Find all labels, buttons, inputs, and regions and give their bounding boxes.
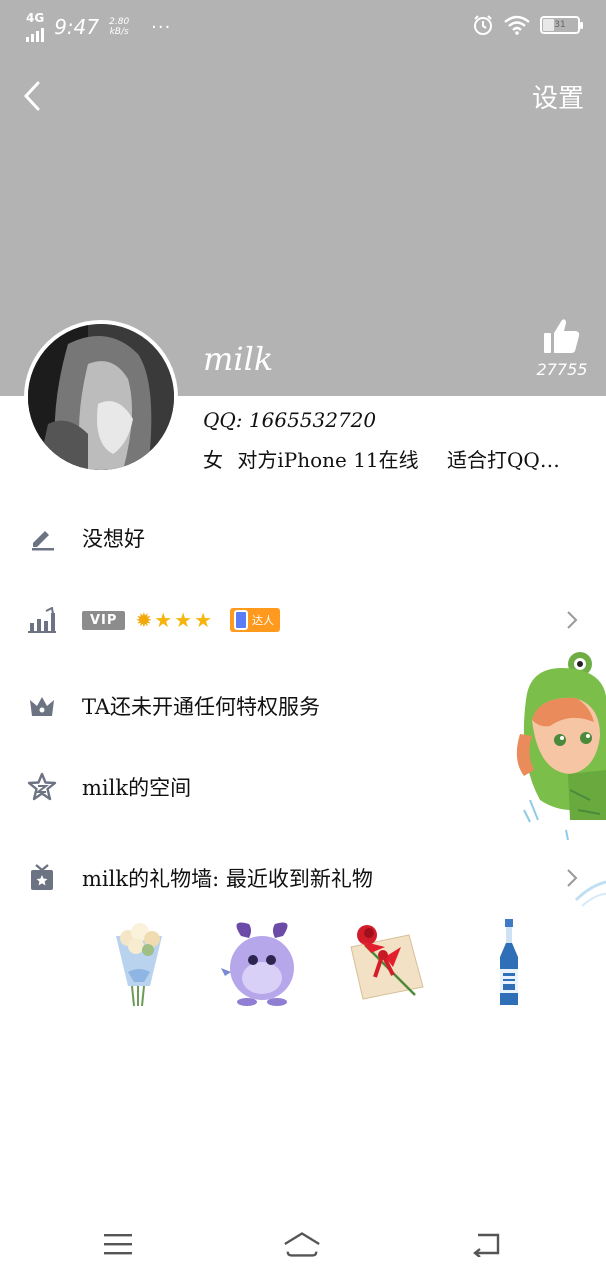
thumbs-up-icon bbox=[544, 319, 580, 353]
gift-list bbox=[84, 912, 564, 1012]
daren-label: 达人 bbox=[252, 614, 275, 627]
pencil-icon bbox=[26, 522, 58, 554]
network-type: 4G bbox=[26, 11, 45, 25]
flower-bouquet-icon[interactable] bbox=[84, 912, 194, 1012]
gift-wall-text: milk的礼物墙: 最近收到新礼物 bbox=[82, 867, 373, 891]
home-button[interactable] bbox=[282, 1226, 322, 1262]
space-text: milk的空间 bbox=[82, 776, 192, 800]
qq-number: QQ: 1665532720 bbox=[203, 408, 377, 432]
phone-icon bbox=[234, 610, 249, 630]
alarm-icon bbox=[474, 15, 492, 35]
pendant-character-sticker bbox=[510, 650, 606, 910]
avatar-photo bbox=[28, 324, 174, 470]
net-speed-value: 2.80 bbox=[109, 17, 130, 27]
chevron-right-icon bbox=[564, 608, 580, 632]
home-icon bbox=[284, 1232, 320, 1257]
battery-icon: 31 bbox=[540, 16, 583, 34]
nickname: milk bbox=[203, 340, 274, 378]
avatar[interactable] bbox=[24, 320, 178, 474]
gender: 女 bbox=[203, 448, 223, 472]
back-button[interactable] bbox=[14, 76, 50, 116]
gift-box-icon bbox=[26, 862, 58, 894]
daren-badge: 达人 bbox=[230, 608, 281, 632]
menu-icon bbox=[104, 1234, 132, 1255]
profile-info: 女 对方iPhone 11在线 适合打QQ… bbox=[203, 444, 573, 473]
purple-monster-icon[interactable] bbox=[207, 912, 317, 1012]
level-row[interactable]: VIP ✹ ★ ★ ★ 达人 bbox=[0, 590, 606, 650]
clock: 9:47 bbox=[54, 15, 100, 39]
crown-icon bbox=[26, 690, 58, 722]
star-icon: ★ bbox=[194, 608, 213, 632]
privilege-text: TA还未开通任何特权服务 bbox=[82, 695, 321, 719]
like-count: 27755 bbox=[536, 360, 588, 379]
rose-card-icon[interactable] bbox=[331, 912, 441, 1012]
sun-icon: ✹ bbox=[135, 608, 153, 632]
net-speed: 2.80 kB/s bbox=[109, 17, 129, 37]
net-speed-unit: kB/s bbox=[109, 27, 129, 37]
online-status: 对方iPhone 11在线 bbox=[237, 448, 419, 472]
like-button[interactable]: 27755 bbox=[532, 318, 592, 379]
level-badges: VIP ✹ ★ ★ ★ 达人 bbox=[82, 608, 281, 632]
menu-button[interactable] bbox=[98, 1226, 138, 1262]
signature-preview: 适合打QQ… bbox=[447, 448, 560, 472]
wifi-icon bbox=[504, 15, 530, 35]
level-chart-icon bbox=[26, 604, 58, 636]
vip-tag: VIP bbox=[82, 610, 126, 630]
settings-button[interactable]: 设置 bbox=[532, 78, 584, 115]
star-icon: ★ bbox=[174, 608, 193, 632]
system-nav-bar bbox=[0, 1212, 606, 1280]
back-arrow-icon bbox=[473, 1233, 500, 1257]
signature-text: 没想好 bbox=[82, 527, 145, 551]
back-nav-button[interactable] bbox=[466, 1226, 506, 1262]
more-notifications-icon: ··· bbox=[151, 16, 172, 38]
star-icon: ★ bbox=[154, 608, 173, 632]
battery-level: 31 bbox=[554, 20, 566, 30]
level-stars: ✹ ★ ★ ★ bbox=[135, 610, 212, 630]
chevron-left-icon bbox=[23, 81, 40, 111]
status-bar: 4G 9:47 2.80 kB/s ··· 31 bbox=[0, 0, 606, 54]
qzone-star-icon bbox=[26, 771, 58, 803]
bottle-icon[interactable] bbox=[454, 912, 564, 1012]
signal-icon bbox=[26, 24, 44, 42]
signature-row[interactable]: 没想好 bbox=[0, 508, 606, 568]
